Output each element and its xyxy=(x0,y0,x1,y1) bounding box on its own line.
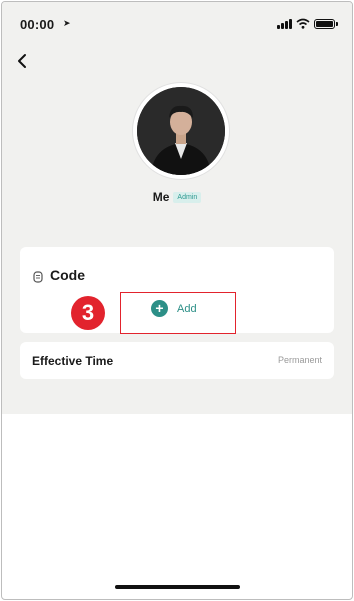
status-icons xyxy=(277,18,338,29)
add-button-highlight xyxy=(120,292,236,334)
user-name: Me xyxy=(152,190,170,204)
user-info: Me Admin xyxy=(2,190,352,204)
phone-screen: 00:00 ➤ Me Admin Code + Add Effective Ti… xyxy=(1,1,353,600)
role-badge: Admin xyxy=(173,191,202,203)
cellular-signal-icon xyxy=(277,19,292,29)
effective-time-row[interactable]: Effective Time Permanent xyxy=(20,342,334,379)
location-arrow-icon: ➤ xyxy=(63,18,71,28)
step-number-badge: 3 xyxy=(71,296,105,330)
code-icon xyxy=(33,271,43,283)
home-indicator[interactable] xyxy=(115,585,240,589)
wifi-icon xyxy=(296,18,310,29)
back-button[interactable] xyxy=(14,52,32,70)
effective-time-value: Permanent xyxy=(277,355,322,365)
app-screen: 00:00 ➤ Me Admin Code + Add Effective Ti… xyxy=(2,2,352,414)
avatar[interactable] xyxy=(133,83,229,179)
status-bar: 00:00 ➤ xyxy=(2,2,352,46)
effective-time-label: Effective Time xyxy=(32,354,114,368)
status-time: 00:00 xyxy=(20,17,55,32)
code-title: Code xyxy=(50,267,85,283)
avatar-photo xyxy=(137,87,225,175)
battery-icon xyxy=(314,19,338,29)
